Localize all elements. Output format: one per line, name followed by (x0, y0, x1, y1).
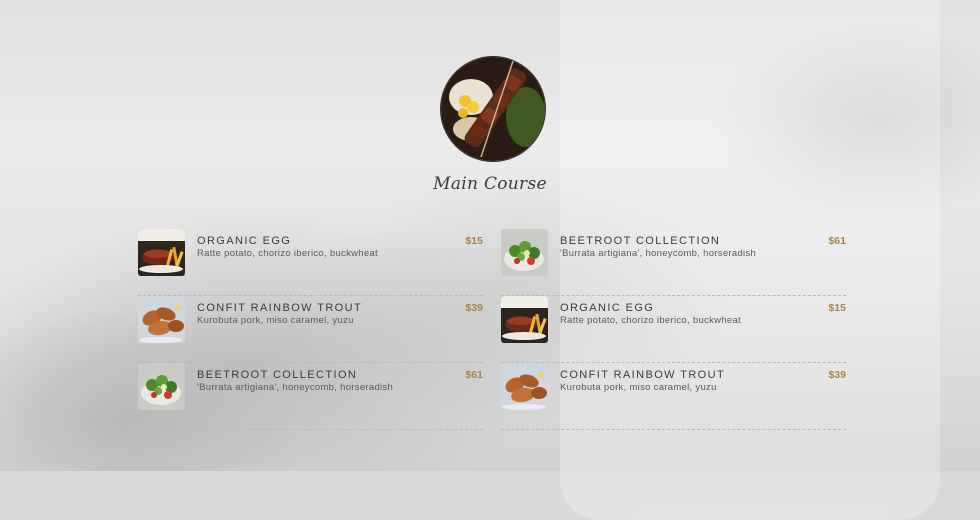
menu-item-name: CONFIT RAINBOW TROUT (197, 302, 363, 314)
menu-item-price: $39 (828, 369, 846, 381)
menu-item-price: $39 (465, 302, 483, 314)
salad-thumbnail[interactable] (501, 229, 548, 276)
menu-item-name: ORGANIC EGG (197, 235, 292, 247)
menu-item-description: Ratte potato, chorizo iberico, buckwheat (560, 315, 741, 326)
section-title: Main Course (433, 174, 547, 194)
menu-item-description: 'Burrata artigiana', honeycomb, horserad… (197, 382, 394, 393)
steak-fries-thumbnail[interactable] (138, 229, 185, 276)
menu-item[interactable]: ORGANIC EGG Ratte potato, chorizo iberic… (138, 229, 483, 296)
chicken-wings-thumbnail[interactable] (501, 363, 548, 410)
menu-item-price: $61 (465, 369, 483, 381)
menu-item[interactable]: ORGANIC EGG Ratte potato, chorizo iberic… (501, 296, 846, 363)
menu-item-name: CONFIT RAINBOW TROUT (560, 369, 726, 381)
menu-item-description: Kurobuta pork, miso caramel, yuzu (560, 382, 717, 393)
menu-item[interactable]: CONFIT RAINBOW TROUT Kurobuta pork, miso… (501, 363, 846, 430)
menu-item-description: Kurobuta pork, miso caramel, yuzu (197, 315, 354, 326)
menu-item[interactable]: CONFIT RAINBOW TROUT Kurobuta pork, miso… (138, 296, 483, 363)
chicken-wings-thumbnail[interactable] (138, 296, 185, 343)
menu-column-right: BEETROOT COLLECTION 'Burrata artigiana',… (501, 229, 846, 430)
course-hero-image (440, 56, 546, 162)
steak-fries-thumbnail[interactable] (501, 296, 548, 343)
menu-item-description: 'Burrata artigiana', honeycomb, horserad… (560, 248, 757, 259)
salad-thumbnail[interactable] (138, 363, 185, 410)
menu-section: Main Course ORGANIC EGG Ratte potato, ch… (0, 0, 980, 471)
menu-item-description: Ratte potato, chorizo iberico, buckwheat (197, 248, 378, 259)
menu-item-name: ORGANIC EGG (560, 302, 655, 314)
menu-item-price: $15 (828, 302, 846, 314)
menu-item[interactable]: BEETROOT COLLECTION 'Burrata artigiana',… (138, 363, 483, 430)
menu-column-left: ORGANIC EGG Ratte potato, chorizo iberic… (138, 229, 483, 430)
menu-item-name: BEETROOT COLLECTION (197, 369, 358, 381)
menu-item-price: $61 (828, 235, 846, 247)
menu-item-price: $15 (465, 235, 483, 247)
menu-item-name: BEETROOT COLLECTION (560, 235, 721, 247)
menu-item[interactable]: BEETROOT COLLECTION 'Burrata artigiana',… (501, 229, 846, 296)
